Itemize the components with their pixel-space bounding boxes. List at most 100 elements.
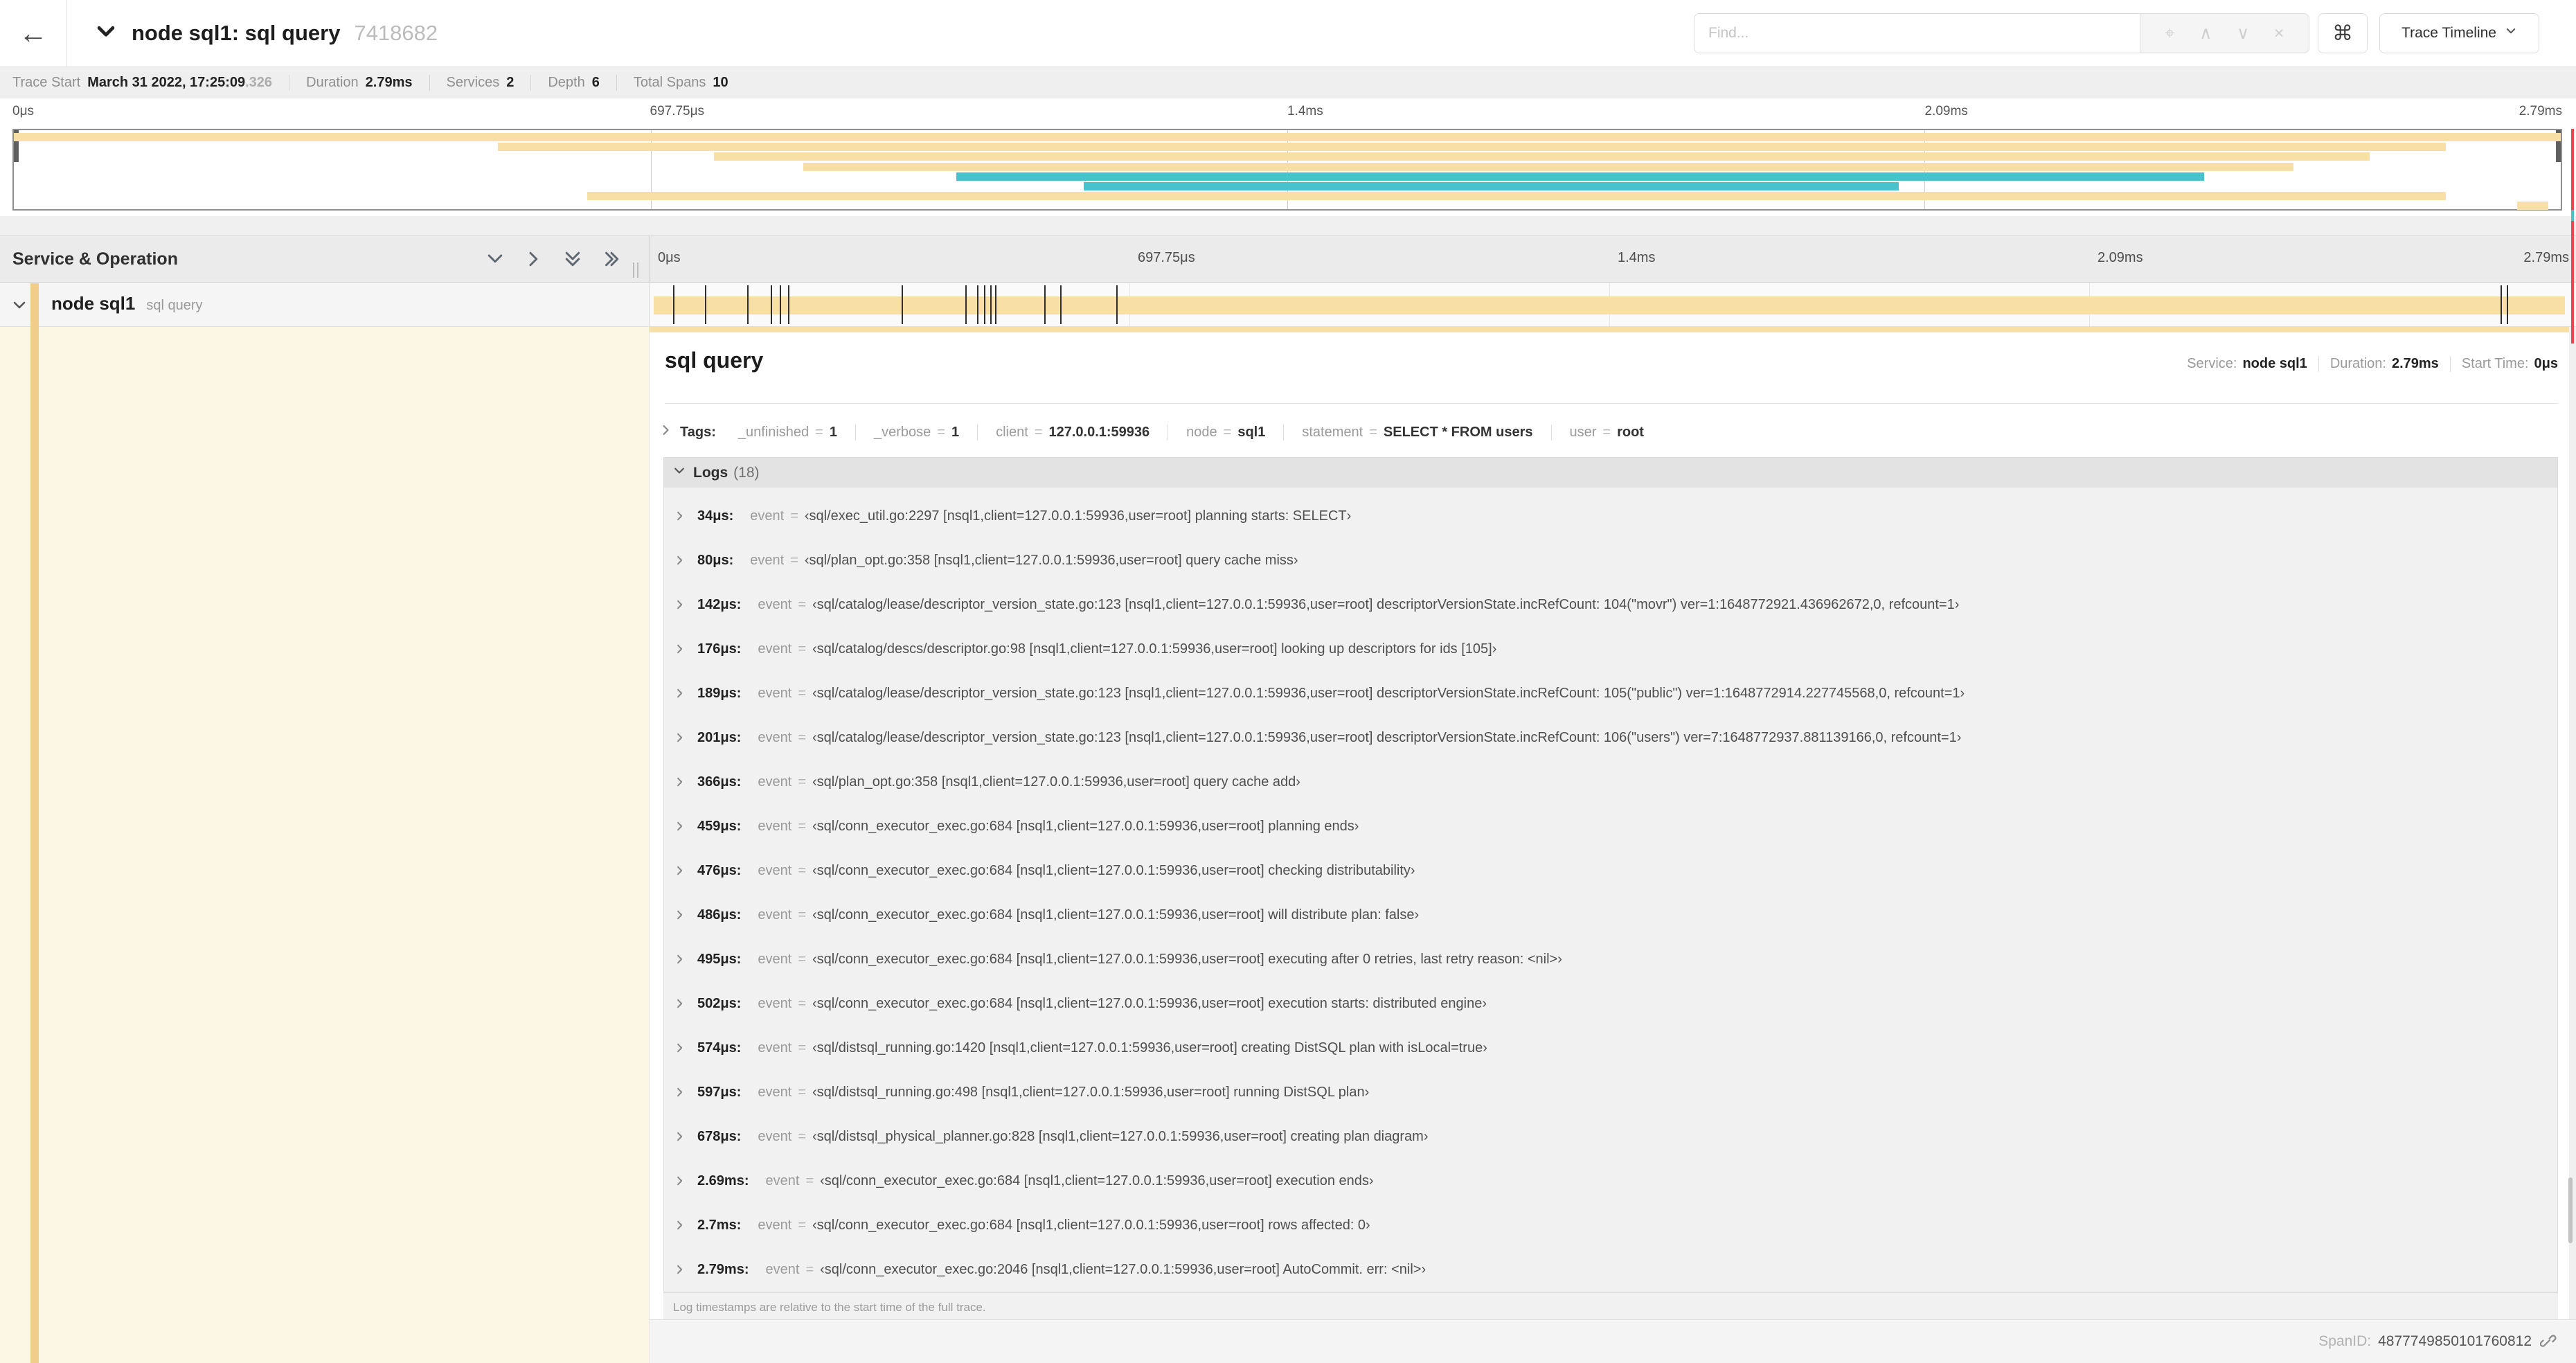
log-marker-tick[interactable] (2507, 285, 2509, 324)
log-row[interactable]: 678μs: event = ‹sql/distsql_physical_planne… (664, 1114, 2557, 1159)
log-marker-tick[interactable] (672, 285, 674, 324)
log-marker-tick[interactable] (2500, 285, 2502, 324)
find-input[interactable] (1694, 13, 2140, 53)
log-chevron-right-icon (674, 554, 686, 567)
span-row[interactable]: node sql1 sql query (0, 283, 2576, 327)
log-row[interactable]: 459μs: event = ‹sql/conn_executor_exec.go:6… (664, 804, 2557, 848)
minimap-span-bar (2517, 202, 2548, 211)
log-row[interactable]: 366μs: event = ‹sql/plan_opt.go:358 [nsql1,… (664, 760, 2557, 804)
trace-title-group: node sql1: sql query 7418682 (94, 0, 438, 66)
log-chevron-right-icon (674, 510, 686, 522)
log-row[interactable]: 574μs: event = ‹sql/distsql_running.go:1420… (664, 1026, 2557, 1070)
log-field-key: event (758, 1217, 792, 1233)
log-marker-tick[interactable] (983, 285, 985, 324)
log-row[interactable]: 495μs: event = ‹sql/conn_executor_exec.go:6… (664, 937, 2557, 981)
depth-info: Depth 6 (530, 74, 616, 91)
find-clear-x-icon[interactable]: × (2274, 24, 2284, 42)
log-equals: = (798, 951, 807, 967)
row-chevron-down-icon[interactable] (11, 297, 28, 317)
tag-item: _verbose = 1 (855, 424, 977, 440)
collapse-trace-chevron-down-icon[interactable] (94, 20, 118, 47)
deep-link-icon[interactable] (2540, 1333, 2557, 1350)
find-next-chevron-down-icon[interactable]: ∨ (2237, 24, 2249, 42)
span-detail-meta: Service: node sql1 Duration: 2.79ms Start … (2176, 356, 2558, 372)
log-row[interactable]: 486μs: event = ‹sql/conn_executor_exec.go:6… (664, 893, 2557, 937)
collapse-controls (485, 236, 622, 282)
log-row[interactable]: 2.7ms: event = ‹sql/conn_executor_exec.go:6… (664, 1203, 2557, 1247)
tag-key: node (1186, 424, 1217, 440)
keyboard-shortcuts-button[interactable]: ⌘ (2318, 13, 2368, 53)
tick-label: 2.09ms (2098, 250, 2143, 265)
log-event-value: ‹sql/catalog/descs/descriptor.go:98 [nsq… (812, 641, 1497, 657)
log-chevron-right-icon (674, 997, 686, 1010)
log-marker-tick[interactable] (747, 285, 749, 324)
log-row[interactable]: 2.69ms: event = ‹sql/conn_executor_exec.go:… (664, 1159, 2557, 1203)
log-chevron-right-icon (674, 909, 686, 921)
collapse-one-chevron-down-icon[interactable] (485, 249, 506, 269)
log-marker-tick[interactable] (901, 285, 903, 324)
tag-item: statement = SELECT * FROM users (1283, 424, 1550, 440)
log-marker-tick[interactable] (787, 285, 789, 324)
log-row[interactable]: 142μs: event = ‹sql/catalog/lease/descripto… (664, 582, 2557, 627)
log-event-value: ‹sql/catalog/lease/descriptor_version_st… (812, 685, 1965, 701)
log-row[interactable]: 476μs: event = ‹sql/conn_executor_exec.go:6… (664, 848, 2557, 893)
log-row[interactable]: 201μs: event = ‹sql/catalog/lease/descripto… (664, 715, 2557, 760)
column-resizer-handle[interactable] (633, 262, 638, 278)
log-row[interactable]: 34μs: event = ‹sql/exec_util.go:2297 [nsql1… (664, 494, 2557, 538)
trace-title: node sql1: sql query (132, 21, 341, 45)
log-marker-tick[interactable] (704, 285, 706, 324)
span-row-timeline[interactable] (650, 283, 2569, 326)
tick-label: 2.79ms (2523, 250, 2569, 265)
log-marker-tick[interactable] (965, 285, 967, 324)
log-row[interactable]: 176μs: event = ‹sql/catalog/descs/descripto… (664, 627, 2557, 671)
tags-row[interactable]: Tags: _unfinished = 1 _verbose = 1 client = 127.… (659, 417, 2558, 447)
log-chevron-right-icon (674, 820, 686, 832)
log-timestamp: 459μs: (697, 818, 742, 834)
log-row[interactable]: 597μs: event = ‹sql/distsql_running.go:498 … (664, 1070, 2557, 1114)
minimap-span-bar (714, 152, 2370, 161)
log-chevron-right-icon (674, 1263, 686, 1276)
span-row-label-cell[interactable]: node sql1 sql query (0, 283, 650, 326)
log-marker-tick[interactable] (779, 285, 781, 324)
log-marker-tick[interactable] (1116, 285, 1118, 324)
log-field-key: event (758, 641, 792, 657)
log-marker-tick[interactable] (1060, 285, 1062, 324)
log-row[interactable]: 2.79ms: event = ‹sql/conn_executor_exec.go:… (664, 1247, 2557, 1292)
tag-value: 1 (829, 424, 837, 440)
log-event-value: ‹sql/conn_executor_exec.go:684 [nsql1,cl… (812, 1217, 1370, 1233)
log-marker-tick[interactable] (994, 285, 996, 324)
collapse-all-double-chevron-down-icon[interactable] (562, 249, 583, 269)
log-field-key: event (765, 1261, 800, 1277)
find-prev-chevron-up-icon[interactable]: ∧ (2199, 24, 2212, 42)
log-marker-tick[interactable] (976, 285, 978, 324)
detail-divider (665, 403, 2558, 404)
logs-header[interactable]: Logs (18) (663, 457, 2558, 488)
log-marker-tick[interactable] (990, 285, 992, 324)
log-event-value: ‹sql/plan_opt.go:358 [nsql1,client=127.0… (812, 774, 1300, 790)
back-button[interactable]: ← (0, 0, 67, 66)
log-row[interactable]: 502μs: event = ‹sql/conn_executor_exec.go:6… (664, 981, 2557, 1026)
tag-equals: = (815, 424, 823, 440)
expand-all-double-chevron-right-icon[interactable] (601, 249, 622, 269)
operation-name: sql query (146, 298, 203, 313)
trace-id-short: 7418682 (354, 21, 438, 45)
log-row[interactable]: 189μs: event = ‹sql/catalog/lease/descripto… (664, 671, 2557, 715)
span-duration-bar[interactable] (653, 296, 2566, 314)
log-equals: = (798, 907, 807, 923)
tag-value: 127.0.0.1:59936 (1048, 424, 1150, 440)
log-chevron-right-icon (674, 598, 686, 611)
meta-duration: Duration: 2.79ms (2318, 356, 2450, 372)
trace-view-select[interactable]: Trace Timeline (2379, 13, 2539, 53)
tick-label: 1.4ms (1618, 250, 1656, 265)
log-equals: = (790, 552, 798, 568)
minimap-canvas[interactable] (12, 129, 2562, 211)
expand-one-chevron-right-icon[interactable] (524, 249, 544, 269)
log-marker-tick[interactable] (1044, 285, 1046, 324)
log-marker-tick[interactable] (770, 285, 772, 324)
log-equals: = (798, 1084, 807, 1100)
log-timestamp: 366μs: (697, 774, 742, 790)
locate-icon[interactable]: ⌖ (2165, 24, 2175, 42)
log-row[interactable]: 80μs: event = ‹sql/plan_opt.go:358 [nsql1,c… (664, 538, 2557, 582)
vertical-scrollbar-thumb[interactable] (2568, 1177, 2573, 1243)
services-info: Services 2 (429, 74, 531, 91)
